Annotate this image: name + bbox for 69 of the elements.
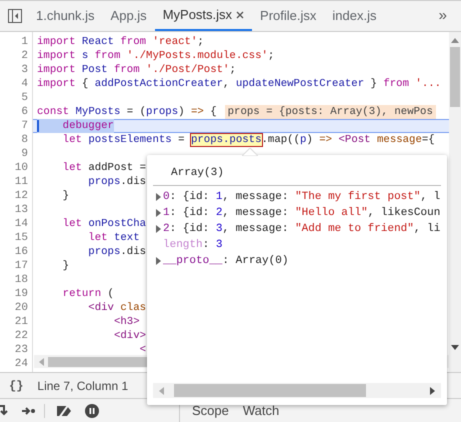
code-line: import React from 'react'; bbox=[37, 35, 204, 49]
more-tabs-button[interactable]: » bbox=[438, 1, 447, 31]
sidebar-tab[interactable]: Watch bbox=[240, 400, 282, 420]
code-line: < bbox=[138, 343, 146, 357]
step-into-icon[interactable] bbox=[0, 404, 8, 418]
file-tab[interactable]: App.js bbox=[102, 1, 155, 31]
line-number: 23 bbox=[14, 343, 29, 357]
line-number: 14 bbox=[14, 217, 29, 231]
line-number: 5 bbox=[20, 91, 29, 105]
line-number: 4 bbox=[20, 77, 29, 91]
line-number: 7 bbox=[20, 119, 29, 133]
scroll-right-icon[interactable] bbox=[430, 386, 435, 394]
scroll-up-icon[interactable] bbox=[451, 38, 459, 43]
format-button[interactable]: {} bbox=[9, 376, 24, 394]
line-number: 16 bbox=[14, 245, 29, 259]
line-number: 10 bbox=[14, 161, 29, 175]
file-tab[interactable]: MyPosts.jsx bbox=[154, 1, 252, 31]
line-number: 13 bbox=[14, 203, 29, 217]
file-tab[interactable]: Profile.jsx bbox=[252, 1, 324, 31]
code-line: <div> bbox=[112, 329, 146, 343]
code-line: import s from './MyPosts.module.css'; bbox=[37, 49, 274, 63]
close-icon[interactable] bbox=[236, 11, 244, 19]
line-number: 1 bbox=[20, 35, 29, 49]
code-line: import { addPostActionCreater, updateNewPostCreater } from '... bbox=[37, 77, 442, 91]
code-line: let addPost = bbox=[62, 161, 146, 175]
code-line: let text bbox=[87, 231, 140, 245]
code-line: <h3> bbox=[112, 315, 140, 329]
sidebar-tab[interactable]: Scope bbox=[190, 400, 231, 420]
code-line: } bbox=[62, 189, 70, 203]
property-row[interactable]: length: 3 bbox=[153, 237, 222, 253]
code-line: <div clas bbox=[87, 301, 146, 315]
scrollbar-thumb[interactable] bbox=[174, 384, 366, 397]
line-number: 2 bbox=[20, 49, 29, 63]
deactivate-breakpoints-icon[interactable] bbox=[55, 404, 73, 418]
scroll-down-icon[interactable] bbox=[451, 345, 459, 350]
code-line: props.dis bbox=[87, 175, 146, 189]
code-line: import Post from './Post/Post'; bbox=[37, 63, 236, 77]
line-number: 19 bbox=[14, 287, 29, 301]
line-number: 3 bbox=[20, 63, 29, 77]
code-line: const MyPosts = (props) => { bbox=[37, 105, 217, 119]
line-number: 9 bbox=[20, 147, 29, 161]
line-number: 17 bbox=[14, 259, 29, 273]
file-tab[interactable]: 1.chunk.js bbox=[30, 1, 103, 31]
step-icon[interactable] bbox=[22, 406, 36, 416]
code-line: return ( bbox=[62, 287, 114, 301]
property-text: length: 3 bbox=[163, 238, 222, 253]
file-tab[interactable]: index.js bbox=[324, 1, 384, 31]
line-number: 18 bbox=[14, 273, 29, 287]
inline-value: props = {posts: Array(3), newPos bbox=[224, 105, 436, 119]
expand-icon[interactable] bbox=[156, 257, 160, 265]
code-line: } bbox=[62, 259, 70, 273]
vertical-scrollbar[interactable] bbox=[449, 32, 461, 372]
code-line: props.dis bbox=[87, 245, 146, 259]
line-number: 11 bbox=[14, 175, 29, 189]
line-number: 6 bbox=[20, 105, 29, 119]
popover-scrollbar[interactable] bbox=[153, 383, 441, 398]
line-number: 20 bbox=[14, 301, 29, 315]
scrollbar-thumb[interactable] bbox=[450, 47, 460, 107]
code-line: let onPostCha bbox=[62, 217, 146, 231]
pause-icon[interactable] bbox=[85, 404, 99, 418]
line-number: 8 bbox=[20, 133, 29, 147]
line-number: 22 bbox=[14, 329, 29, 343]
line-number: 12 bbox=[14, 189, 29, 203]
code-line: let postsElements = props.posts.map((p) => <Post message={ bbox=[62, 133, 435, 147]
line-number: 15 bbox=[14, 231, 29, 245]
cursor-position: Line 7, Column 1 bbox=[37, 378, 128, 394]
popover-title: Array(3) bbox=[171, 167, 224, 179]
line-number: 21 bbox=[14, 315, 29, 329]
line-number: 24 bbox=[14, 357, 29, 371]
